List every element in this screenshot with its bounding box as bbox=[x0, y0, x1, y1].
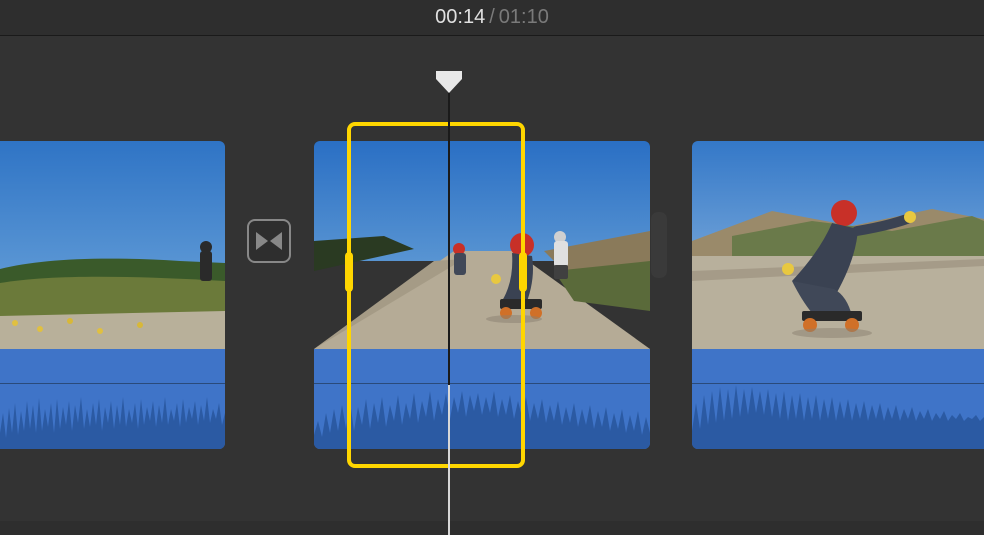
clip-1-audio-track[interactable] bbox=[0, 349, 225, 449]
timecode-display: 00:14 / 01:10 bbox=[0, 0, 984, 36]
clip-1-thumbnail bbox=[0, 141, 225, 349]
timecode-separator: / bbox=[489, 6, 495, 29]
clip-1[interactable] bbox=[0, 141, 225, 449]
clip-3-waveform bbox=[692, 383, 984, 449]
clip-3[interactable] bbox=[692, 141, 984, 449]
clip-2[interactable] bbox=[314, 141, 650, 449]
timecode-total: 01:10 bbox=[499, 6, 549, 29]
clip-3-thumbnail bbox=[692, 141, 984, 349]
clip-3-audio-track[interactable] bbox=[692, 349, 984, 449]
playhead-marker-icon[interactable] bbox=[436, 71, 462, 95]
timecode-current: 00:14 bbox=[435, 6, 485, 29]
clip-edge-handle[interactable] bbox=[651, 212, 667, 278]
clip-2-audio-track[interactable] bbox=[314, 349, 650, 449]
timeline[interactable] bbox=[0, 36, 984, 521]
clip-2-thumbnail bbox=[314, 141, 650, 349]
clip-1-waveform bbox=[0, 383, 225, 449]
clip-2-waveform bbox=[314, 383, 650, 449]
transition-icon[interactable] bbox=[247, 219, 291, 263]
